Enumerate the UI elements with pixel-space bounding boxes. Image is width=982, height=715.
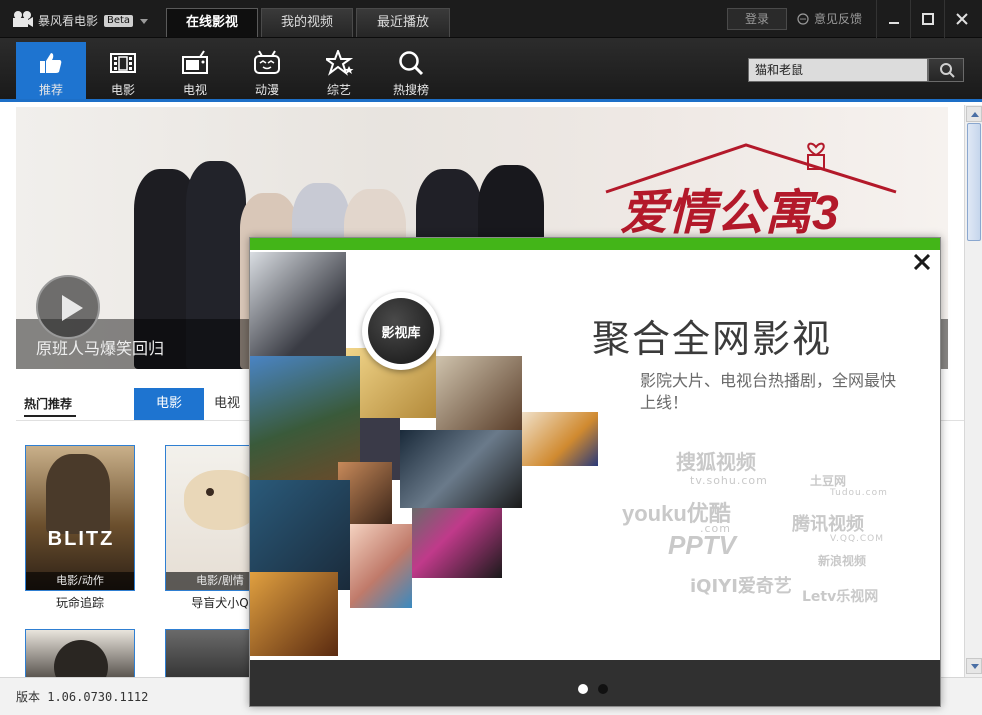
collage-tile: [250, 572, 338, 656]
feedback-bubble-icon: [797, 13, 809, 25]
popup-description: 影院大片、电视台热播剧，全网最快上线！: [640, 371, 897, 412]
popup-accent-bar: [250, 238, 940, 250]
nav-label: 推荐: [38, 83, 63, 97]
play-icon: [62, 295, 83, 321]
collage-tile: [400, 430, 522, 508]
film-camera-logo-icon: [13, 11, 33, 27]
scroll-down-button[interactable]: [966, 658, 982, 674]
partner-logo-tudou-sub: Tudou.com: [830, 488, 888, 498]
vertical-scrollbar[interactable]: [964, 105, 982, 677]
banner-title-art: 爱情公寓3: [605, 142, 897, 240]
nav-label: 动漫: [254, 83, 279, 97]
nav-label: 热搜榜: [392, 83, 429, 97]
collage-tile: [250, 252, 346, 360]
feedback-label: 意见反馈: [814, 12, 863, 26]
nav-item-variety[interactable]: 综艺: [304, 42, 374, 99]
minimize-icon: [889, 22, 899, 24]
title-bar: 暴风看电影 Beta 在线影视 我的视频 最近播放 登录 意见反馈: [0, 0, 982, 38]
partner-logo-tudou: 土豆网: [810, 474, 847, 488]
movie-collage: 影视库: [250, 252, 620, 662]
thumbs-up-icon: [40, 53, 62, 73]
search-input[interactable]: 猫和老鼠: [748, 58, 928, 82]
popup-pager-bar: [250, 660, 940, 706]
nav-item-hot-search[interactable]: 热搜榜: [376, 42, 446, 99]
poster-card[interactable]: BLITZ 电影/动作: [25, 445, 135, 591]
partner-logo-iqiyi: iQIYI爱奇艺: [690, 576, 792, 597]
login-button[interactable]: 登录: [727, 8, 787, 30]
poster-genre: 电影/动作: [26, 572, 134, 590]
section-title-underline: [24, 415, 76, 417]
partner-logo-sohu: 搜狐视频: [676, 450, 756, 474]
tv-icon: [182, 50, 208, 74]
nav-item-tv[interactable]: 电视: [160, 42, 230, 99]
tab-recent-played[interactable]: 最近播放: [356, 8, 450, 37]
nav-item-anime[interactable]: 动漫: [232, 42, 302, 99]
pager-dot[interactable]: [598, 684, 608, 694]
anime-icon: [254, 50, 280, 74]
poster-title[interactable]: 玩命追踪: [25, 594, 135, 611]
close-icon: [914, 254, 930, 270]
nav-item-recommend[interactable]: 推荐: [16, 42, 86, 99]
collage-tile: [436, 356, 522, 430]
version-label: 版本 1.06.0730.1112: [16, 690, 149, 704]
maximize-button[interactable]: [910, 0, 944, 38]
collage-tile: [412, 508, 502, 578]
partner-logo-pptv: PPTV: [668, 530, 736, 560]
partner-logo-tencent: 腾讯视频: [792, 514, 864, 535]
nav-label: 综艺: [326, 83, 351, 97]
poster-art: [46, 454, 110, 534]
section-tab-movies[interactable]: 电影: [134, 388, 204, 420]
poster-art: [54, 640, 108, 677]
banner-title-text: 爱情公寓3: [620, 187, 839, 240]
partner-logo-sohu-sub: tv.sohu.com: [690, 474, 768, 487]
library-badge: 影视库: [362, 292, 440, 370]
scroll-down-icon: [971, 664, 979, 669]
minimize-button[interactable]: [876, 0, 910, 38]
popup-close-button[interactable]: [910, 250, 934, 274]
app-name: 暴风看电影: [38, 14, 99, 28]
pager-dot-active[interactable]: [578, 684, 588, 694]
magnifier-icon: [940, 63, 955, 78]
popup-headline: 聚合全网影视: [592, 317, 833, 361]
star-icon: [326, 50, 354, 76]
scroll-up-button[interactable]: [966, 106, 982, 122]
tab-online-video[interactable]: 在线影视: [166, 8, 258, 37]
partner-logo-sina: 新浪视频: [818, 554, 867, 568]
film-icon: [110, 53, 136, 73]
scrollbar-thumb[interactable]: [967, 123, 981, 241]
search-button[interactable]: [928, 58, 964, 82]
partner-logo-letv: Letv乐视网: [802, 589, 879, 605]
close-icon: [956, 13, 968, 25]
close-window-button[interactable]: [944, 0, 982, 38]
category-toolbar: 推荐 电影 电视 动漫 综艺 热搜榜 猫和老鼠: [0, 38, 982, 102]
collage-tile: [522, 412, 598, 466]
partner-logo-tencent-sub: V.QQ.COM: [830, 534, 885, 544]
nav-label: 电视: [182, 83, 207, 97]
library-badge-label: 影视库: [381, 326, 421, 341]
banner-play-button[interactable]: [36, 275, 100, 339]
banner-caption: 原班人马爆笑回归: [36, 339, 165, 358]
app-window: 暴风看电影 Beta 在线影视 我的视频 最近播放 登录 意见反馈 推荐 电影 …: [0, 0, 982, 715]
search-icon: [399, 51, 424, 76]
tab-my-videos[interactable]: 我的视频: [261, 8, 353, 37]
nav-label: 电影: [110, 83, 135, 97]
section-title: 热门推荐: [24, 397, 73, 411]
beta-badge: Beta: [104, 15, 134, 27]
poster-art-title: BLITZ: [47, 528, 115, 550]
section-tab-tv[interactable]: 电视: [214, 388, 254, 420]
app-menu-arrow-icon[interactable]: [140, 19, 148, 24]
maximize-icon: [922, 13, 934, 25]
scroll-up-icon: [971, 112, 979, 117]
poster-art: [206, 488, 214, 496]
nav-item-movies[interactable]: 电影: [88, 42, 158, 99]
poster-card[interactable]: [25, 629, 135, 677]
collage-tile: [350, 524, 412, 608]
feature-intro-popup: 影视库 聚合全网影视 影院大片、电视台热播剧，全网最快上线！ 搜狐视频 tv.s…: [249, 237, 941, 707]
library-badge-disc: 影视库: [368, 298, 434, 364]
